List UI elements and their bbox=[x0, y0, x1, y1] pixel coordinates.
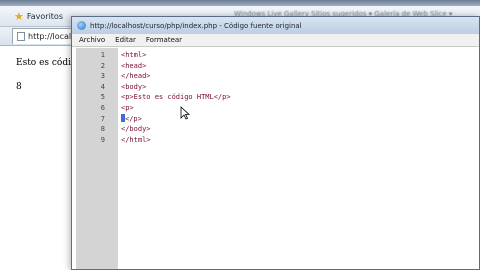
source-code-area[interactable]: 1 <html> 2 <head> 3 </head> 4 <body> 5 <p>Esto es… bbox=[72, 48, 479, 269]
code-line: 3 </head> bbox=[76, 71, 456, 82]
menu-formatear[interactable]: Formatear bbox=[146, 36, 182, 44]
code-line: 4 <body> bbox=[76, 82, 456, 93]
code-line: 7 </p> bbox=[76, 113, 456, 125]
code-text: </p> bbox=[125, 114, 142, 123]
favorites-button[interactable]: ★ Favoritos bbox=[14, 9, 63, 23]
code-line: 6 <p> bbox=[76, 103, 456, 114]
browser-tab[interactable]: http://localh bbox=[12, 28, 72, 44]
code-line: 2 <head> bbox=[76, 61, 456, 72]
code-text: </html> bbox=[121, 135, 151, 144]
line-number: 3 bbox=[100, 72, 105, 81]
line-number: 8 bbox=[100, 125, 105, 134]
code-text-wrap: </p> bbox=[121, 113, 142, 125]
code-text: </head> bbox=[121, 72, 151, 81]
star-icon: ★ bbox=[14, 9, 24, 23]
code-lines: 1 <html> 2 <head> 3 </head> 4 <body> 5 <p>Esto es… bbox=[76, 50, 456, 145]
code-text: <html> bbox=[121, 51, 147, 59]
code-text: <body> bbox=[121, 82, 147, 91]
line-number: 1 bbox=[100, 51, 105, 59]
page-paragraph: Esto es códig bbox=[16, 58, 77, 68]
code-line: 9 </html> bbox=[76, 135, 456, 146]
code-text: </body> bbox=[121, 125, 151, 134]
source-window-title-bar[interactable]: http://localhost/curso/php/index.php - C… bbox=[72, 17, 479, 34]
menu-archivo[interactable]: Archivo bbox=[79, 36, 105, 44]
line-number: 4 bbox=[100, 82, 105, 91]
line-number: 2 bbox=[100, 61, 105, 70]
code-text: <p> bbox=[121, 103, 134, 112]
line-number: 6 bbox=[100, 103, 105, 112]
code-text: <head> bbox=[121, 61, 147, 70]
line-number: 5 bbox=[100, 93, 105, 102]
line-number: 7 bbox=[100, 114, 105, 123]
favorites-label: Favoritos bbox=[26, 11, 63, 21]
code-line: 5 <p>Esto es código HTML</p> bbox=[76, 92, 456, 103]
source-viewer-window: http://localhost/curso/php/index.php - C… bbox=[71, 16, 480, 270]
source-window-title: http://localhost/curso/php/index.php - C… bbox=[90, 21, 302, 30]
source-menu-bar: Archivo Editar Formatear bbox=[72, 34, 479, 47]
page-number: 8 bbox=[16, 82, 22, 92]
menu-editar[interactable]: Editar bbox=[115, 36, 136, 44]
code-line: 1 <html> bbox=[76, 50, 456, 61]
browser-tab-title: http://localh bbox=[28, 32, 72, 41]
code-text: <p>Esto es código HTML</p> bbox=[121, 93, 231, 102]
code-line: 8 </body> bbox=[76, 124, 456, 135]
page-content: Esto es códig 8 bbox=[0, 46, 77, 270]
page-icon bbox=[17, 32, 25, 41]
mouse-pointer-icon bbox=[180, 106, 190, 120]
line-number: 9 bbox=[100, 135, 105, 144]
ie-icon bbox=[77, 21, 86, 30]
